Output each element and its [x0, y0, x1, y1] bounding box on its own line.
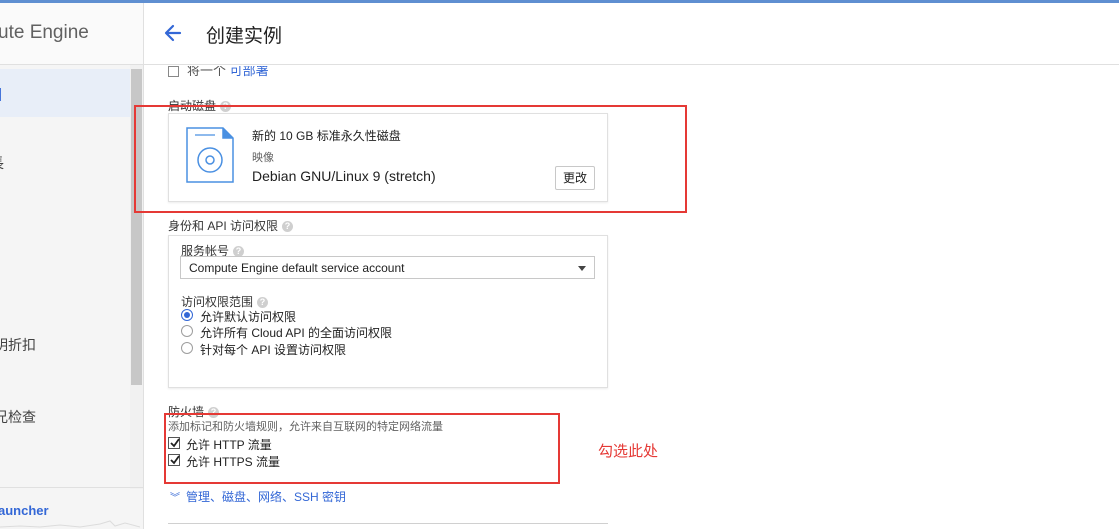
sidebar-divider [0, 487, 143, 488]
checkmark-icon [170, 455, 180, 465]
launcher-decoration-icon [0, 520, 140, 528]
firewall-description: 添加标记和防火墙规则，允许来自互联网的特定网络流量 [168, 421, 443, 433]
boot-disk-card: 新的 10 GB 标准永久性磁盘 映像 Debian GNU/Linux 9 (… [168, 113, 608, 202]
sidebar-item-vm-instances[interactable]: ] [0, 85, 2, 101]
sidebar-item-health-checks[interactable]: 兄检查 [0, 407, 36, 427]
help-icon[interactable]: ? [282, 221, 294, 233]
checkmark-icon [170, 438, 180, 448]
boot-disk-image-name: Debian GNU/Linux 9 (stretch) [252, 168, 436, 184]
section-divider [168, 523, 608, 524]
identity-api-label-text: 身份和 API 访问权限 [168, 219, 279, 233]
boot-disk-label: 启动磁盘? [168, 97, 232, 114]
allow-http-label: 允许 HTTP 流量 [186, 438, 272, 452]
service-account-value: Compute Engine default service account [189, 261, 405, 275]
sidebar-scrollbar-thumb[interactable] [131, 69, 142, 385]
radio-button[interactable] [181, 325, 193, 337]
help-icon[interactable]: ? [220, 101, 232, 113]
disk-image-icon [186, 127, 234, 183]
https-checkbox[interactable] [168, 454, 180, 466]
service-account-select[interactable]: Compute Engine default service account [180, 256, 595, 279]
firewall-label-text: 防火墙 [168, 405, 205, 419]
chevron-down-icon: ︾ [170, 493, 180, 504]
boot-disk-label-text: 启动磁盘 [168, 99, 217, 113]
scope-option-label: 允许默认访问权限 [200, 310, 297, 324]
identity-api-label: 身份和 API 访问权限? [168, 217, 294, 234]
sidebar-header: ute Engine [0, 3, 143, 65]
scope-option-label: 允许所有 Cloud API 的全面访问权限 [200, 326, 393, 340]
sidebar-item-active-highlight[interactable] [0, 69, 130, 117]
arrow-back-icon [164, 24, 182, 42]
access-scope-label-text: 访问权限范围 [181, 295, 254, 309]
page-header: 创建实例 [144, 3, 1119, 65]
truncated-option-text: 将一个 [187, 66, 230, 78]
boot-disk-description: 新的 10 GB 标准永久性磁盘 [252, 129, 401, 143]
sidebar-item-templates[interactable]: 長 [0, 153, 4, 173]
boot-disk-image-label: 映像 [252, 152, 274, 164]
management-disks-networking-link[interactable]: ︾ 管理、磁盘、网络、SSH 密钥 [170, 488, 346, 505]
help-icon[interactable]: ? [208, 407, 220, 419]
dropdown-arrow-icon [578, 266, 586, 271]
screen: { "sidebar": { "title": "ute Engine", "i… [0, 0, 1119, 529]
annotation-text: 勾选此处 [598, 443, 659, 460]
scope-option-label: 针对每个 API 设置访问权限 [200, 343, 347, 357]
http-checkbox[interactable] [168, 437, 180, 449]
sidebar-scrollbar[interactable] [130, 65, 143, 489]
page-title: 创建实例 [206, 26, 283, 47]
radio-button[interactable] [181, 342, 193, 354]
truncated-option-row[interactable]: 将一个 可部署 [168, 66, 269, 79]
identity-api-card: 服务帐号? Compute Engine default service acc… [168, 235, 608, 388]
sidebar-item-committed-discounts[interactable]: 明折扣 [0, 335, 36, 355]
back-button[interactable] [160, 20, 186, 46]
radio-button-selected[interactable] [181, 309, 193, 321]
allow-https-label: 允许 HTTPS 流量 [186, 455, 281, 469]
product-title: ute Engine [0, 22, 89, 43]
truncated-checkbox[interactable] [168, 66, 179, 78]
help-icon[interactable]: ? [257, 297, 269, 309]
sidebar: ute Engine ] 長 明折扣 兄检查 auncher [0, 3, 144, 529]
more-link-text: 管理、磁盘、网络、SSH 密钥 [186, 490, 347, 504]
change-boot-disk-button[interactable]: 更改 [555, 166, 595, 190]
truncated-option-link[interactable]: 可部署 [230, 66, 269, 78]
